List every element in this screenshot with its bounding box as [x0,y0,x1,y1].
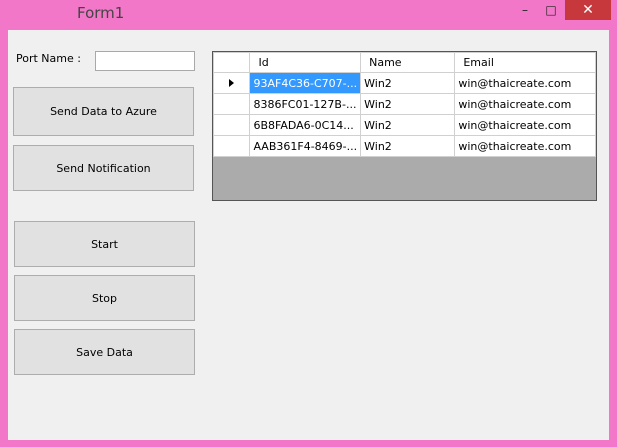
cell-name[interactable]: Win2 [360,114,456,136]
cell-email[interactable]: win@thaicreate.com [454,135,596,157]
cell-name[interactable]: Win2 [360,72,456,94]
table-row[interactable]: 93AF4C36-C707-... Win2 win@thaicreate.co… [213,72,596,94]
row-header[interactable] [213,135,251,157]
window-title: Form1 [77,4,125,22]
cell-id[interactable]: AAB361F4-8469-... [249,135,362,157]
maximize-icon: □ [545,3,557,17]
cell-email[interactable]: win@thaicreate.com [454,114,596,136]
table-row[interactable]: 8386FC01-127B-... Win2 win@thaicreate.co… [213,93,596,115]
port-name-label: Port Name : [16,52,81,65]
grid-corner-header[interactable] [213,52,251,73]
row-header[interactable] [213,114,251,136]
cell-name[interactable]: Win2 [360,135,456,157]
table-row[interactable]: 6B8FADA6-0C14... Win2 win@thaicreate.com [213,114,596,136]
data-grid-table: Id Name Email 93AF4C36-C707-... Win2 win… [213,52,596,157]
title-bar[interactable]: Form1 – □ ✕ [0,0,617,30]
cell-id[interactable]: 93AF4C36-C707-... [249,72,362,94]
port-name-input[interactable] [95,51,195,71]
send-notification-button[interactable]: Send Notification [13,145,194,191]
app-window: Form1 – □ ✕ Port Name : Send Data to Azu… [0,0,617,447]
form-client-area: Port Name : Send Data to Azure Send Noti… [8,30,609,440]
table-row[interactable]: AAB361F4-8469-... Win2 win@thaicreate.co… [213,135,596,157]
data-grid[interactable]: Id Name Email 93AF4C36-C707-... Win2 win… [212,51,597,201]
cell-name[interactable]: Win2 [360,93,456,115]
cell-id[interactable]: 6B8FADA6-0C14... [249,114,362,136]
row-header[interactable] [213,72,251,94]
column-header-email[interactable]: Email [454,52,596,73]
cell-id[interactable]: 8386FC01-127B-... [249,93,362,115]
maximize-button[interactable]: □ [538,0,564,20]
close-icon: ✕ [582,2,594,18]
close-button[interactable]: ✕ [565,0,611,20]
column-header-name[interactable]: Name [360,52,456,73]
stop-button[interactable]: Stop [14,275,195,321]
minimize-button[interactable]: – [512,0,538,20]
save-data-button[interactable]: Save Data [14,329,195,375]
row-header[interactable] [213,93,251,115]
minimize-icon: – [522,3,528,17]
send-data-to-azure-button[interactable]: Send Data to Azure [13,87,194,136]
grid-header-row: Id Name Email [213,52,596,73]
start-button[interactable]: Start [14,221,195,267]
cell-email[interactable]: win@thaicreate.com [454,72,596,94]
current-row-arrow-icon [229,78,235,87]
cell-email[interactable]: win@thaicreate.com [454,93,596,115]
column-header-id[interactable]: Id [249,52,362,73]
